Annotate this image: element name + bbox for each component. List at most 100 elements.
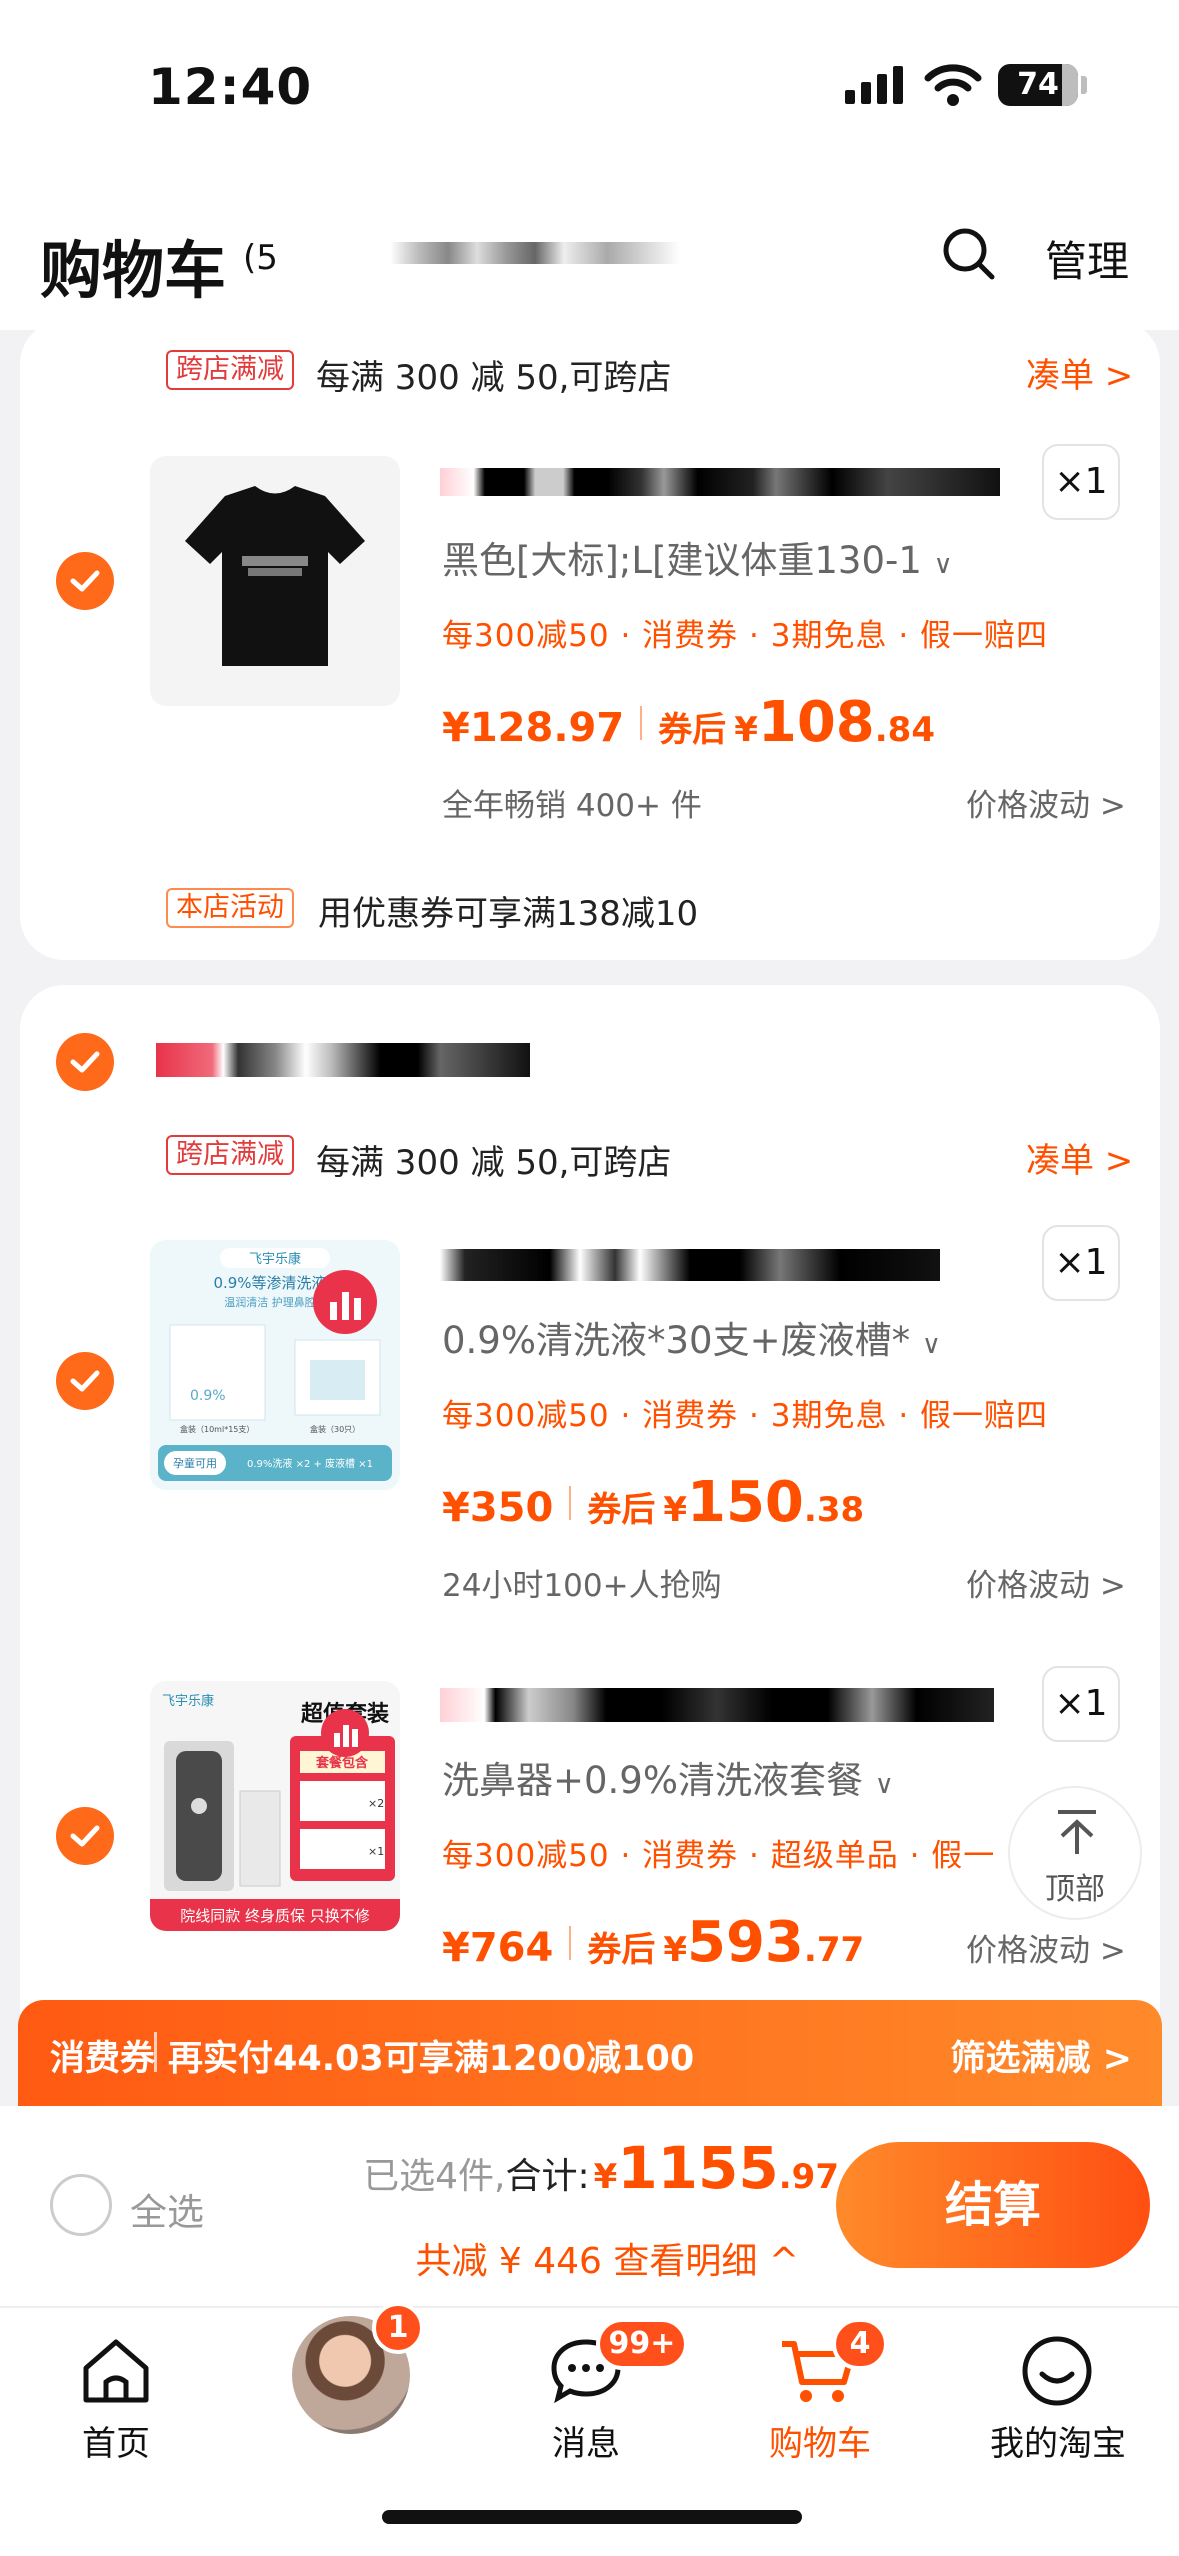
item-spec[interactable]: 黑色[大标];L[建议体重130-1 ∨ — [442, 530, 953, 584]
product-image[interactable]: 飞宇乐康 超值套装 套餐包含 ×2 ×1 院线同款 终身质保 只换不修 — [150, 1681, 400, 1931]
price-fluctuation-link[interactable]: 价格波动 > — [966, 1925, 1126, 1970]
coudan-link-2[interactable]: 凑单 > — [1026, 1133, 1133, 1182]
item-spec-text: 洗鼻器+0.9%清洗液套餐 — [442, 1759, 864, 1802]
img3-line-3: ×2 — [368, 1797, 384, 1810]
original-price: ¥128.97 — [442, 705, 625, 751]
item-benefits: 每300减50 · 消费券 · 3期免息 · 假一赔四 — [442, 618, 1049, 654]
after-coupon-label: 券后 — [658, 710, 727, 750]
price-fluctuation-link[interactable]: 价格波动 > — [966, 780, 1126, 825]
messages-badge: 99+ — [596, 2318, 688, 2370]
store-card-2: 跨店满减 每满 300 减 50,可跨店 凑单 > 飞宇乐康 0.9%等渗清洗液… — [20, 985, 1160, 2115]
select-all-checkbox[interactable] — [50, 2174, 112, 2236]
selected-count: 已选4件, — [363, 2156, 506, 2197]
after-coupon-label: 券后 — [587, 1930, 656, 1970]
coudan-link[interactable]: 凑单 > — [1026, 348, 1133, 397]
search-icon[interactable] — [940, 225, 998, 283]
img2-brand: 飞宇乐康 — [249, 1251, 301, 1267]
checkout-button[interactable]: 结算 — [836, 2142, 1150, 2268]
item-checkbox[interactable] — [56, 552, 114, 610]
total-yen: ¥ — [593, 2157, 618, 2197]
tab-cart-label: 购物车 — [769, 2424, 871, 2464]
total-dec: .97 — [778, 2157, 839, 2197]
price-separator — [640, 705, 643, 740]
after-coupon-dec: .38 — [803, 1490, 865, 1530]
total-label: 合计: — [505, 2156, 590, 2197]
redacted-product-title — [440, 1249, 940, 1281]
cross-store-tag: 跨店满减 — [166, 350, 294, 390]
original-price: ¥764 — [442, 1925, 554, 1971]
img2-line-7: 0.9%洗液 ×2 + 废液槽 ×1 — [247, 1457, 373, 1470]
home-indicator — [382, 2510, 802, 2524]
status-time: 12:40 — [148, 58, 313, 116]
coupon-bar[interactable]: 消费券 再实付44.03可享满1200减100 筛选满减 > — [18, 2000, 1162, 2106]
redacted-product-title — [440, 1688, 994, 1722]
store-activity-text: 用优惠券可享满138减10 — [318, 894, 699, 934]
chevron-down-icon: ∨ — [921, 1330, 941, 1360]
item-spec-text: 黑色[大标];L[建议体重130-1 — [442, 539, 922, 582]
after-coupon-dec: .77 — [803, 1930, 865, 1970]
tab-my-taobao-label: 我的淘宝 — [990, 2424, 1126, 2464]
after-coupon-dec: .84 — [874, 710, 935, 750]
after-coupon-int: 150 — [687, 1470, 804, 1535]
redacted-address — [390, 242, 680, 264]
quantity-selector[interactable]: ×1 — [1042, 1666, 1120, 1742]
after-coupon-int: 108 — [757, 690, 875, 755]
wifi-icon — [924, 64, 982, 106]
item-price: ¥764 券后 ¥ 593 .77 — [442, 1910, 864, 1975]
img3-brand: 飞宇乐康 — [162, 1693, 214, 1709]
redacted-product-title — [440, 468, 1000, 496]
price-separator — [569, 1485, 572, 1520]
page-title: 购物车 — [40, 234, 227, 307]
status-bar: 12:40 74 — [0, 0, 1179, 180]
checkout-bar: 全选 已选4件, 合计: ¥ 1155 .97 共减 ¥ 446 查看明细 ^ … — [0, 2106, 1179, 2306]
store-activity-tag: 本店活动 — [166, 888, 294, 928]
back-to-top-label: 顶部 — [1045, 1872, 1105, 1907]
cellular-signal-icon — [845, 66, 903, 104]
item-benefits: 每300减50 · 消费券 · 3期免息 · 假一赔四 — [442, 1398, 1049, 1434]
filter-discount-link[interactable]: 筛选满减 > — [950, 2030, 1132, 2081]
item-price: ¥128.97 券后 ¥ 108 .84 — [442, 690, 935, 755]
saline-package-image: 飞宇乐康 0.9%等渗清洗液 温润清洁 护理鼻腔 0.9% 盒装（10ml*15… — [150, 1240, 400, 1490]
after-coupon-label: 券后 — [587, 1490, 656, 1530]
cross-store-promo-text: 每满 300 减 50,可跨店 — [316, 358, 672, 398]
after-coupon-yen: ¥ — [734, 710, 758, 750]
product-image[interactable]: 飞宇乐康 0.9%等渗清洗液 温润清洁 护理鼻腔 0.9% 盒装（10ml*15… — [150, 1240, 400, 1490]
nasal-irrigator-image: 飞宇乐康 超值套装 套餐包含 ×2 ×1 院线同款 终身质保 只换不修 — [150, 1681, 400, 1931]
after-coupon-yen: ¥ — [663, 1490, 687, 1530]
quantity-selector[interactable]: ×1 — [1042, 444, 1120, 520]
item-benefits: 每300减50 · 消费券 · 超级单品 · 假一 — [442, 1838, 996, 1874]
redacted-store-name — [156, 1043, 530, 1077]
cart-count: (5 — [243, 238, 278, 278]
quantity-selector[interactable]: ×1 — [1042, 1225, 1120, 1301]
item-spec-text: 0.9%清洗液*30支+废液槽* — [442, 1319, 911, 1362]
coupon-label: 消费券 — [50, 2039, 156, 2079]
img3-line-4: ×1 — [368, 1845, 384, 1858]
tshirt-image — [185, 486, 365, 666]
item-spec[interactable]: 0.9%清洗液*30支+废液槽* ∨ — [442, 1310, 941, 1364]
view-details-link[interactable]: 共减 ¥ 446 查看明细 ^ — [415, 2232, 799, 2284]
cross-store-tag-2: 跨店满减 — [166, 1135, 294, 1175]
item-spec[interactable]: 洗鼻器+0.9%清洗液套餐 ∨ — [442, 1750, 894, 1804]
item-checkbox[interactable] — [56, 1352, 114, 1410]
product-image[interactable] — [150, 456, 400, 706]
img2-line-6: 孕童可用 — [173, 1456, 217, 1470]
manage-button[interactable]: 管理 — [1045, 228, 1129, 289]
item-checkbox[interactable] — [56, 1807, 114, 1865]
img2-line-5: 盒装（30只） — [310, 1424, 360, 1434]
profile-smile-icon — [1022, 2336, 1092, 2406]
battery-level: 74 — [1017, 67, 1059, 102]
price-fluctuation-link[interactable]: 价格波动 > — [966, 1560, 1126, 1605]
img3-line-5: 院线同款 终身质保 只换不修 — [180, 1907, 370, 1925]
total-int: 1155 — [617, 2134, 779, 2202]
coupon-text: 再实付44.03可享满1200减100 — [168, 2039, 695, 2079]
cross-store-promo-text-2: 每满 300 减 50,可跨店 — [316, 1143, 672, 1183]
chevron-down-icon: ∨ — [933, 550, 953, 580]
select-all-label[interactable]: 全选 — [130, 2182, 204, 2236]
battery-tip — [1081, 76, 1087, 94]
store-card-1: 跨店满减 每满 300 减 50,可跨店 凑单 > ×1 黑色[大标];L[建议… — [20, 320, 1160, 960]
item-price: ¥350 券后 ¥ 150 .38 — [442, 1470, 864, 1535]
tab-home-label: 首页 — [82, 2424, 150, 2464]
back-to-top-button[interactable]: 顶部 — [1008, 1786, 1142, 1920]
sales-info: 24小时100+人抢购 — [442, 1568, 722, 1604]
store-checkbox[interactable] — [56, 1033, 114, 1091]
